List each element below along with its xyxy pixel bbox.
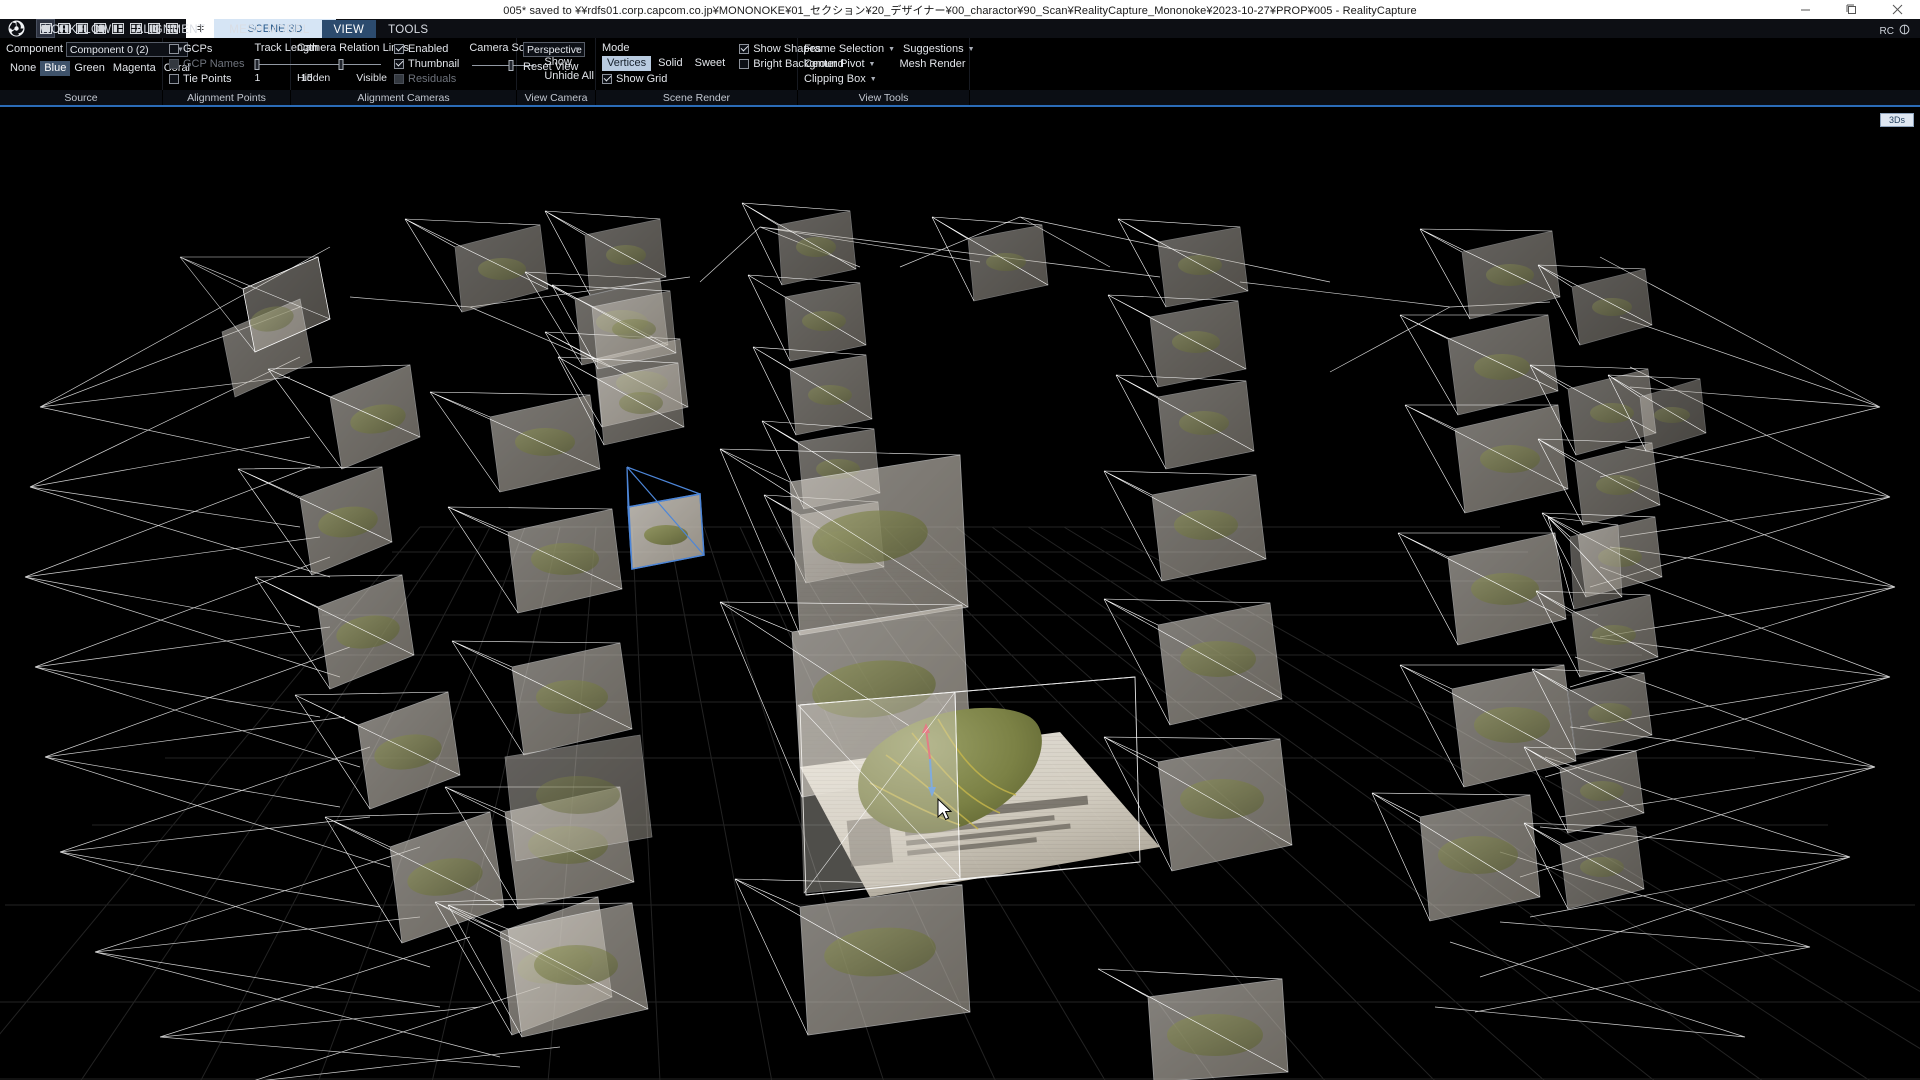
mesh-render-label: Mesh Render bbox=[899, 58, 965, 70]
checkbox-label: Residuals bbox=[408, 73, 456, 85]
scene-3d-canvas[interactable] bbox=[0, 107, 1920, 1080]
suggestions-button[interactable]: Suggestions ▼ bbox=[903, 42, 974, 56]
clipping-box-label: Clipping Box bbox=[804, 73, 866, 85]
track-length-min: 1 bbox=[255, 72, 261, 85]
checkbox-residuals[interactable]: Residuals bbox=[394, 72, 463, 86]
swatch-magenta[interactable]: Magenta bbox=[109, 61, 160, 76]
close-button[interactable] bbox=[1874, 0, 1920, 19]
caption-source: Source bbox=[0, 90, 163, 105]
ribbon-group-source: Component Component 0 (2) ▼ None Blue Gr… bbox=[0, 38, 163, 90]
slider-knob[interactable] bbox=[339, 59, 344, 70]
caption-view-camera: View Camera bbox=[517, 90, 596, 105]
checkbox-box bbox=[394, 74, 404, 84]
ribbon-group-scene-render: Mode Vertices Solid Sweet Show Grid Show bbox=[596, 38, 798, 90]
center-pivot-label: Center Pivot bbox=[804, 58, 865, 70]
help-icon[interactable] bbox=[1899, 22, 1910, 40]
title-bar: 005* saved to ¥¥rdfs01.corp.capcom.co.jp… bbox=[0, 0, 1920, 19]
realitycapture-window: 005* saved to ¥¥rdfs01.corp.capcom.co.jp… bbox=[0, 0, 1920, 1080]
mode-solid[interactable]: Solid bbox=[653, 56, 687, 71]
caption-view-tools: View Tools bbox=[798, 90, 970, 105]
frame-selection-label: Frame Selection bbox=[804, 43, 884, 55]
checkbox-enabled[interactable]: Enabled bbox=[394, 42, 463, 56]
reset-view-button[interactable]: Reset View bbox=[523, 61, 585, 74]
relation-visible-label: Visible bbox=[356, 72, 387, 85]
checkbox-box bbox=[169, 44, 179, 54]
suggestions-label: Suggestions bbox=[903, 43, 964, 55]
relation-hidden-label: Hidden bbox=[297, 72, 330, 85]
checkbox-label: GCPs bbox=[183, 43, 212, 55]
checkbox-box bbox=[169, 59, 179, 69]
camera-relation-lines-slider[interactable] bbox=[301, 58, 381, 70]
chevron-down-icon: ▼ bbox=[968, 46, 975, 53]
ribbon-group-alignment-cameras: Camera Relation Lines Hidden Visible Ena… bbox=[291, 38, 517, 90]
viewport-corner-tab[interactable]: 3Ds bbox=[1880, 113, 1914, 127]
ribbon-group-alignment-points: GCPs GCP Names Tie Points Track Length bbox=[163, 38, 291, 90]
mode-sweet[interactable]: Sweet bbox=[690, 56, 731, 71]
checkbox-label: Thumbnail bbox=[408, 58, 459, 70]
checkbox-label: Show Grid bbox=[616, 73, 667, 85]
component-value: Component 0 (2) bbox=[70, 44, 149, 56]
checkbox-thumbnail[interactable]: Thumbnail bbox=[394, 57, 463, 71]
ribbon: Component Component 0 (2) ▼ None Blue Gr… bbox=[0, 38, 1920, 105]
chevron-down-icon: ▼ bbox=[574, 46, 581, 53]
ribbon-group-view-camera: Perspective ▼ Reset View bbox=[517, 38, 596, 90]
ribbon-group-view-tools: Frame Selection ▼ Suggestions ▼ Center P… bbox=[798, 38, 970, 90]
checkbox-box bbox=[602, 74, 612, 84]
mesh-render-button[interactable]: Mesh Render bbox=[899, 57, 965, 71]
ribbon-group-captions: Source Alignment Points Alignment Camera… bbox=[0, 90, 1920, 105]
window-title: 005* saved to ¥¥rdfs01.corp.capcom.co.jp… bbox=[0, 2, 1920, 18]
rc-badge-label: RC bbox=[1880, 26, 1894, 37]
checkbox-box bbox=[394, 59, 404, 69]
checkbox-label: Tie Points bbox=[183, 73, 232, 85]
checkbox-gcps[interactable]: GCPs bbox=[169, 42, 249, 56]
checkbox-label: GCP Names bbox=[183, 58, 245, 70]
mode-vertices[interactable]: Vertices bbox=[602, 56, 651, 71]
caption-alignment-cameras: Alignment Cameras bbox=[291, 90, 517, 105]
checkbox-gcp-names[interactable]: GCP Names bbox=[169, 57, 249, 71]
frame-selection-button[interactable]: Frame Selection ▼ bbox=[804, 42, 895, 56]
slider-knob[interactable] bbox=[508, 60, 513, 71]
window-controls bbox=[1782, 0, 1920, 19]
caption-scene-render: Scene Render bbox=[596, 90, 798, 105]
projection-dropdown[interactable]: Perspective ▼ bbox=[523, 42, 585, 57]
chevron-down-icon: ▼ bbox=[869, 61, 876, 68]
clipping-box-button[interactable]: Clipping Box ▼ bbox=[804, 72, 877, 86]
render-mode-toggle-group: Vertices Solid Sweet bbox=[602, 56, 730, 71]
app-logo-icon bbox=[1, 19, 31, 38]
scene-3d-viewport[interactable]: 3Ds bbox=[0, 105, 1920, 1080]
ribbon-groups: Component Component 0 (2) ▼ None Blue Gr… bbox=[0, 38, 970, 90]
camera-relation-lines-title: Camera Relation Lines bbox=[297, 42, 387, 55]
checkbox-box bbox=[394, 44, 404, 54]
swatch-green[interactable]: Green bbox=[70, 61, 109, 76]
camera-thumbnail-plane bbox=[798, 692, 960, 893]
caption-alignment-points: Alignment Points bbox=[163, 90, 291, 105]
checkbox-label: Enabled bbox=[408, 43, 448, 55]
checkbox-box bbox=[739, 59, 749, 69]
minimize-button[interactable] bbox=[1782, 0, 1828, 19]
mode-label: Mode bbox=[602, 42, 730, 55]
checkbox-tie-points[interactable]: Tie Points bbox=[169, 72, 249, 86]
swatch-none[interactable]: None bbox=[6, 61, 40, 76]
caption-filler bbox=[970, 90, 1920, 105]
component-label: Component bbox=[6, 43, 63, 56]
slider-knob[interactable] bbox=[254, 59, 259, 70]
checkbox-show-grid[interactable]: Show Grid bbox=[602, 72, 730, 86]
checkbox-box bbox=[739, 44, 749, 54]
swatch-blue[interactable]: Blue bbox=[40, 61, 70, 76]
ribbon-right-badge: RC bbox=[1880, 22, 1910, 40]
chevron-down-icon: ▼ bbox=[870, 76, 877, 83]
maximize-button[interactable] bbox=[1828, 0, 1874, 19]
checkbox-box bbox=[169, 74, 179, 84]
center-pivot-button[interactable]: Center Pivot ▼ bbox=[804, 57, 875, 71]
chevron-down-icon: ▼ bbox=[888, 46, 895, 53]
